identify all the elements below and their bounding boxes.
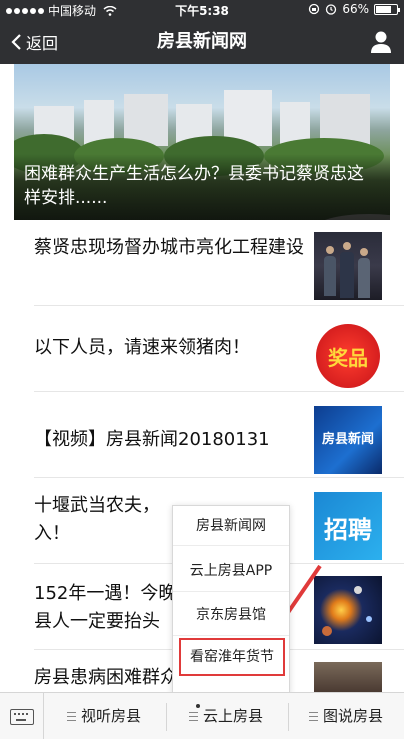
news-thumbnail: 房县新闻 <box>314 406 382 474</box>
status-right: 66% <box>308 2 400 16</box>
thumb-caption: 招聘 <box>324 516 372 544</box>
keyboard-icon <box>9 708 34 725</box>
bottom-menu: 视听房县 云上房县 图说房县 <box>0 692 404 739</box>
news-title: 152年一遇！今晚县人一定要抬头 <box>34 583 177 632</box>
page-title: 房县新闻网 <box>157 31 247 52</box>
page-indicator <box>196 704 200 708</box>
submenu-popup: 房县新闻网 云上房县APP 京东房县馆 看窑淮年货节 <box>172 505 290 695</box>
alarm-icon <box>326 4 337 15</box>
hero-caption: 困难群众生产生活怎么办？县委书记蔡贤忠这样安排...... <box>14 154 390 220</box>
menu-tab-yunshang[interactable]: 云上房县 <box>166 693 286 739</box>
news-title: 蔡贤忠现场督办城市亮化工程建设 <box>34 237 304 258</box>
prize-label: 奖品 <box>328 346 368 370</box>
list-item[interactable]: 【视频】房县新闻20180131 房县新闻 <box>0 392 404 478</box>
submenu-item[interactable]: 京东房县馆 <box>173 594 289 636</box>
news-title: 以下人员，请速来领猪肉！ <box>34 337 250 358</box>
news-thumbnail <box>314 232 382 300</box>
list-item[interactable]: 以下人员，请速来领猪肉！ 奖品 <box>0 306 404 392</box>
menu-icon <box>308 712 318 721</box>
menu-tab-tushuo[interactable]: 图说房县 <box>288 693 404 739</box>
status-bar: 中国移动 下午5:38 66% <box>0 0 404 20</box>
menu-tab-shiting[interactable]: 视听房县 <box>44 693 164 739</box>
list-item[interactable]: 蔡贤忠现场督办城市亮化工程建设 <box>0 220 404 306</box>
news-title: 十堰武当农夫，入！ <box>34 495 160 544</box>
menu-icon <box>66 712 76 721</box>
profile-icon[interactable] <box>370 30 392 54</box>
submenu-item[interactable]: 房县新闻网 <box>173 506 289 546</box>
hero-banner[interactable]: 困难群众生产生活怎么办？县委书记蔡贤忠这样安排...... <box>14 64 390 220</box>
keyboard-toggle[interactable] <box>0 693 44 739</box>
battery-percent: 66% <box>342 2 369 16</box>
news-thumbnail: 奖品 <box>314 322 382 390</box>
news-thumbnail <box>314 662 382 692</box>
nav-bar: 返回 房县新闻网 <box>0 20 404 64</box>
submenu-item-highlighted[interactable]: 看窑淮年货节 <box>179 638 285 676</box>
lock-rotation-icon <box>309 3 320 15</box>
news-title: 【视频】房县新闻20180131 <box>34 429 270 450</box>
submenu-item[interactable]: 云上房县APP <box>173 550 289 592</box>
thumb-caption: 房县新闻 <box>321 432 374 447</box>
news-thumbnail: 招聘 <box>314 492 382 560</box>
menu-icon <box>188 712 198 721</box>
battery-icon <box>374 3 400 15</box>
